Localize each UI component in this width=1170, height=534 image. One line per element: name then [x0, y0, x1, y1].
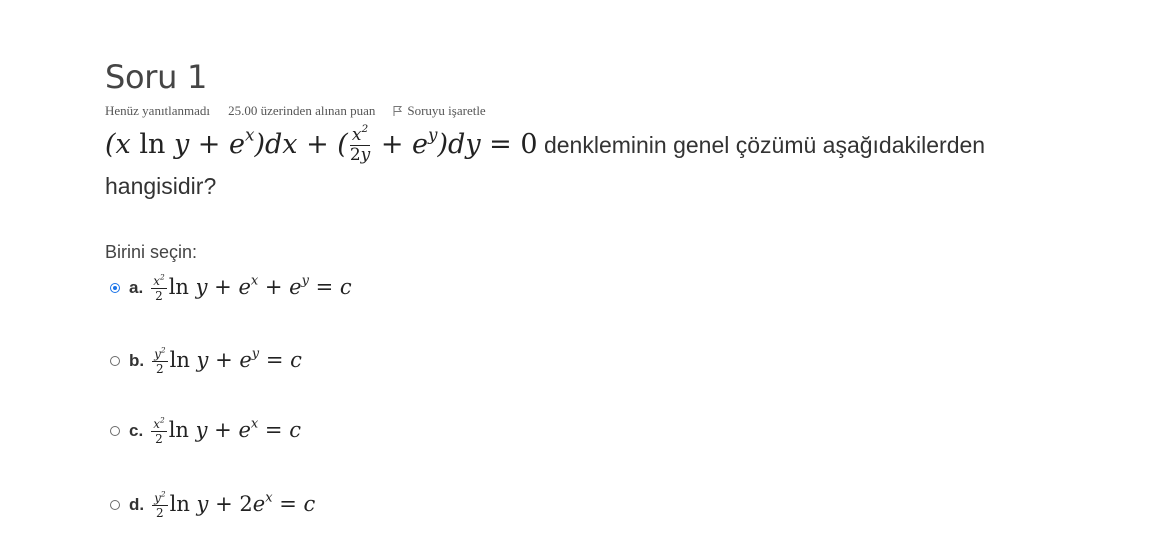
answer-number-b: b. [129, 351, 145, 370]
answer-radio-a[interactable] [110, 283, 120, 293]
answer-radio-c[interactable] [110, 426, 120, 436]
answer-equation-d: y2 2 ln y + 2ex = c [152, 488, 316, 520]
question-equation: (x ln y + ex)dx + (x2 2y + ey)dy = 0 [105, 123, 538, 165]
answer-radio-d[interactable] [110, 500, 120, 510]
flag-icon [393, 105, 403, 117]
answer-equation-b: y2 2 ln y + ey = c [152, 344, 302, 376]
answer-number-a: a. [129, 278, 144, 297]
question-text: (x ln y + ex)dx + (x2 2y + ey)dy = 0 denk… [105, 124, 1065, 207]
answer-option-b[interactable]: b. y2 2 ln y + ey = c [110, 346, 302, 376]
answer-equation-a: x2 2 ln y + ex + ey = c [151, 271, 352, 303]
answer-prompt: Birini seçin: [105, 242, 198, 262]
flag-question-label: Soruyu işaretle [407, 103, 486, 118]
question-title: Soru 1 [105, 58, 208, 96]
answer-number-c: c. [129, 421, 144, 440]
answer-equation-c: x2 2 ln y + ex = c [151, 414, 301, 446]
question-status: Henüz yanıtlanmadı [105, 103, 211, 118]
answer-option-d[interactable]: d. y2 2 ln y + 2ex = c [110, 490, 315, 520]
answer-radio-b[interactable] [110, 356, 120, 366]
flag-question-link[interactable]: Soruyu işaretle [393, 103, 486, 119]
answer-option-c[interactable]: c. x2 2 ln y + ex = c [110, 416, 301, 446]
answer-number-d: d. [129, 495, 145, 514]
question-grade: 25.00 üzerinden alınan puan [228, 103, 376, 118]
question-info: Henüz yanıtlanmadı 25.00 üzerinden alına… [105, 103, 486, 119]
answer-option-a[interactable]: a. x2 2 ln y + ex + ey = c [110, 273, 352, 303]
